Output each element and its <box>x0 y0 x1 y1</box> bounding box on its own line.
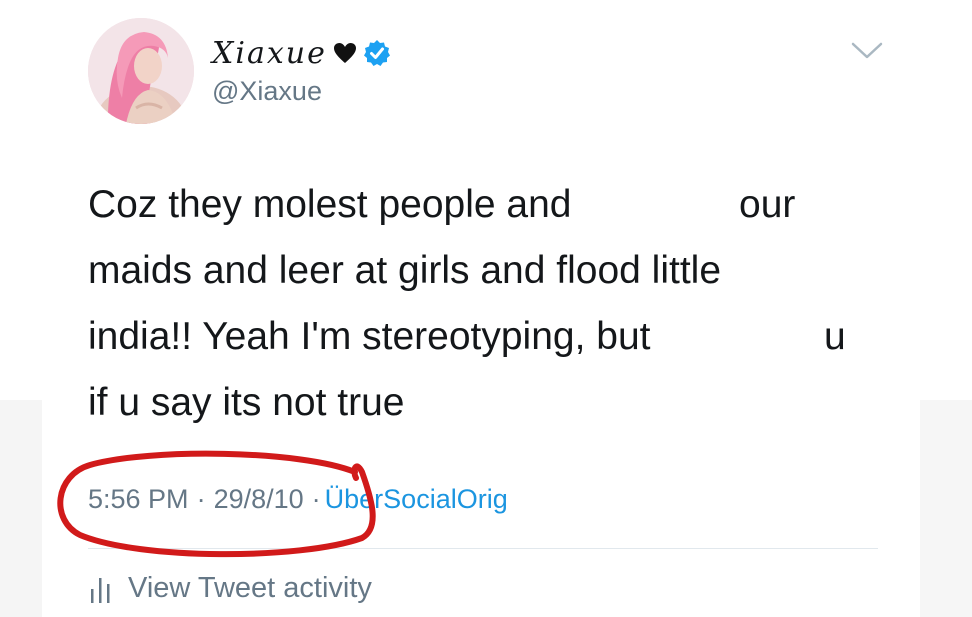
avatar-picture <box>88 18 194 124</box>
tweet-text-segment: our <box>739 183 796 226</box>
heart-icon <box>333 43 356 63</box>
meta-separator: · <box>196 484 206 514</box>
tweet-text-segment: u <box>824 315 846 358</box>
profile-avatar[interactable] <box>88 18 194 124</box>
view-tweet-activity-button[interactable]: View Tweet activity <box>88 572 372 605</box>
photo-edge-left <box>0 400 42 617</box>
meta-separator: · <box>311 484 321 514</box>
bar-chart-icon <box>91 577 110 603</box>
tweet-time[interactable]: 5:56 PM <box>88 484 189 515</box>
tweet-metadata: 5:56 PM · 29/8/10 · ÜberSocialOrig <box>88 484 508 515</box>
tweet-date[interactable]: 29/8/10 <box>214 484 304 515</box>
user-handle[interactable]: @Xiaxue <box>212 76 322 107</box>
chevron-down-icon[interactable] <box>850 40 884 62</box>
tweet-text-segment: india!! Yeah I'm stereotyping, but <box>88 315 651 358</box>
tweet-screenshot: Xiaxue @Xiaxue Coz they molest people an… <box>0 0 972 617</box>
tweet-source-link[interactable]: ÜberSocialOrig <box>325 484 508 515</box>
tweet-text-segment: maids and leer at girls and flood little <box>88 249 722 292</box>
tweet-text-segment: Coz they molest people and <box>88 183 572 226</box>
author-name-row[interactable]: Xiaxue <box>212 33 391 73</box>
activity-label: View Tweet activity <box>128 572 372 604</box>
divider <box>88 548 878 549</box>
photo-edge-right <box>920 400 972 617</box>
display-name[interactable]: Xiaxue <box>212 36 327 71</box>
verified-badge-icon <box>363 40 390 66</box>
tweet-text-segment: if u say its not true <box>88 381 405 424</box>
